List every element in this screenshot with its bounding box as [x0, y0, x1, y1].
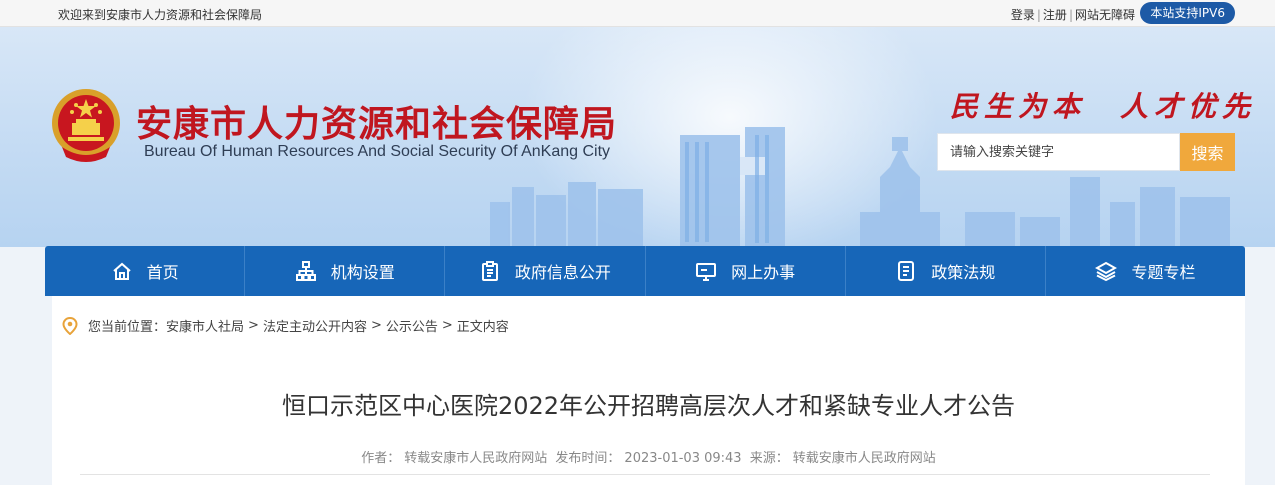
register-link[interactable]: 注册: [1043, 8, 1067, 22]
top-bar: 欢迎来到安康市人力资源和社会保障局 登录 | 注册 | 网站无障碍 本站支持IPV6: [0, 0, 1275, 27]
separator: |: [1068, 8, 1073, 22]
nav-item-policy[interactable]: 政策法规: [846, 246, 1046, 296]
source-label: 来源：: [749, 451, 789, 466]
author-label: 作者：: [361, 451, 401, 466]
home-icon: [112, 262, 131, 280]
breadcrumb-separator: >: [441, 318, 453, 333]
article-title: 恒口示范区中心医院2022年公开招聘高层次人才和紧缺专业人才公告: [281, 392, 1016, 420]
breadcrumb-prefix: 您当前位置：: [88, 320, 167, 335]
breadcrumb-separator: >: [370, 318, 382, 333]
breadcrumb-separator: >: [248, 318, 259, 333]
layers-icon: [1095, 261, 1118, 282]
author-value: 转载安康市人民政府网站: [404, 451, 548, 466]
nav-label: 专题专栏: [1131, 263, 1196, 282]
ipv6-badge: 本站支持IPV6: [1140, 2, 1235, 24]
monitor-icon: [696, 263, 717, 281]
nav-label: 政府信息公开: [514, 263, 611, 282]
login-link[interactable]: 登录: [1011, 8, 1035, 22]
nav-label: 机构设置: [330, 263, 395, 282]
main-content: 您当前位置： 安康市人社局 > 法定主动公开内容 > 公示公告 > 正文内容 恒…: [52, 296, 1245, 485]
breadcrumb: 您当前位置： 安康市人社局 > 法定主动公开内容 > 公示公告 > 正文内容: [62, 316, 509, 335]
breadcrumb-item[interactable]: 公示公告: [386, 316, 438, 335]
search-button[interactable]: 搜索: [1180, 133, 1235, 171]
site-title[interactable]: 安康市人力资源和社会保障局: [136, 95, 617, 147]
separator: |: [1036, 8, 1041, 22]
nav-label: 首页: [146, 263, 179, 282]
slogan: 民生为本 人才优先: [950, 90, 1257, 123]
location-pin-icon: [62, 316, 78, 335]
nav-label: 政策法规: [931, 263, 996, 282]
welcome-text: 欢迎来到安康市人力资源和社会保障局: [58, 8, 263, 22]
site-title-english: Bureau Of Human Resources And Social Sec…: [144, 143, 611, 160]
search-input[interactable]: [937, 133, 1180, 171]
org-chart-icon: [295, 261, 316, 281]
main-nav: 首页 机构设置 政府信息公开 网上办事 政策法规 专题专栏: [45, 246, 1245, 296]
nav-item-online-service[interactable]: 网上办事: [646, 246, 846, 296]
breadcrumb-item[interactable]: 法定主动公开内容: [263, 316, 367, 335]
breadcrumb-item[interactable]: 正文内容: [457, 316, 509, 335]
nav-item-special-topics[interactable]: 专题专栏: [1046, 246, 1245, 296]
source-value: 转载安康市人民政府网站: [792, 451, 936, 466]
header-banner: 安康市人力资源和社会保障局 Bureau Of Human Resources …: [0, 27, 1275, 247]
nav-label: 网上办事: [731, 263, 796, 282]
article-meta: 作者： 转载安康市人民政府网站 发布时间： 2023-01-03 09:43 来源：…: [52, 447, 1245, 466]
national-emblem-logo: [52, 89, 120, 162]
breadcrumb-item[interactable]: 安康市人社局: [166, 316, 244, 335]
clipboard-icon: [481, 261, 498, 281]
date-label: 发布时间：: [555, 451, 621, 466]
nav-item-organization[interactable]: 机构设置: [245, 246, 446, 296]
document-icon: [898, 261, 915, 281]
top-links: 登录 | 注册 | 网站无障碍: [1011, 6, 1135, 23]
divider: [80, 474, 1210, 475]
nav-item-home[interactable]: 首页: [45, 246, 246, 296]
date-value: 2023-01-03 09:43: [624, 451, 742, 466]
nav-item-gov-info[interactable]: 政府信息公开: [445, 246, 646, 296]
accessibility-link[interactable]: 网站无障碍: [1075, 8, 1135, 22]
